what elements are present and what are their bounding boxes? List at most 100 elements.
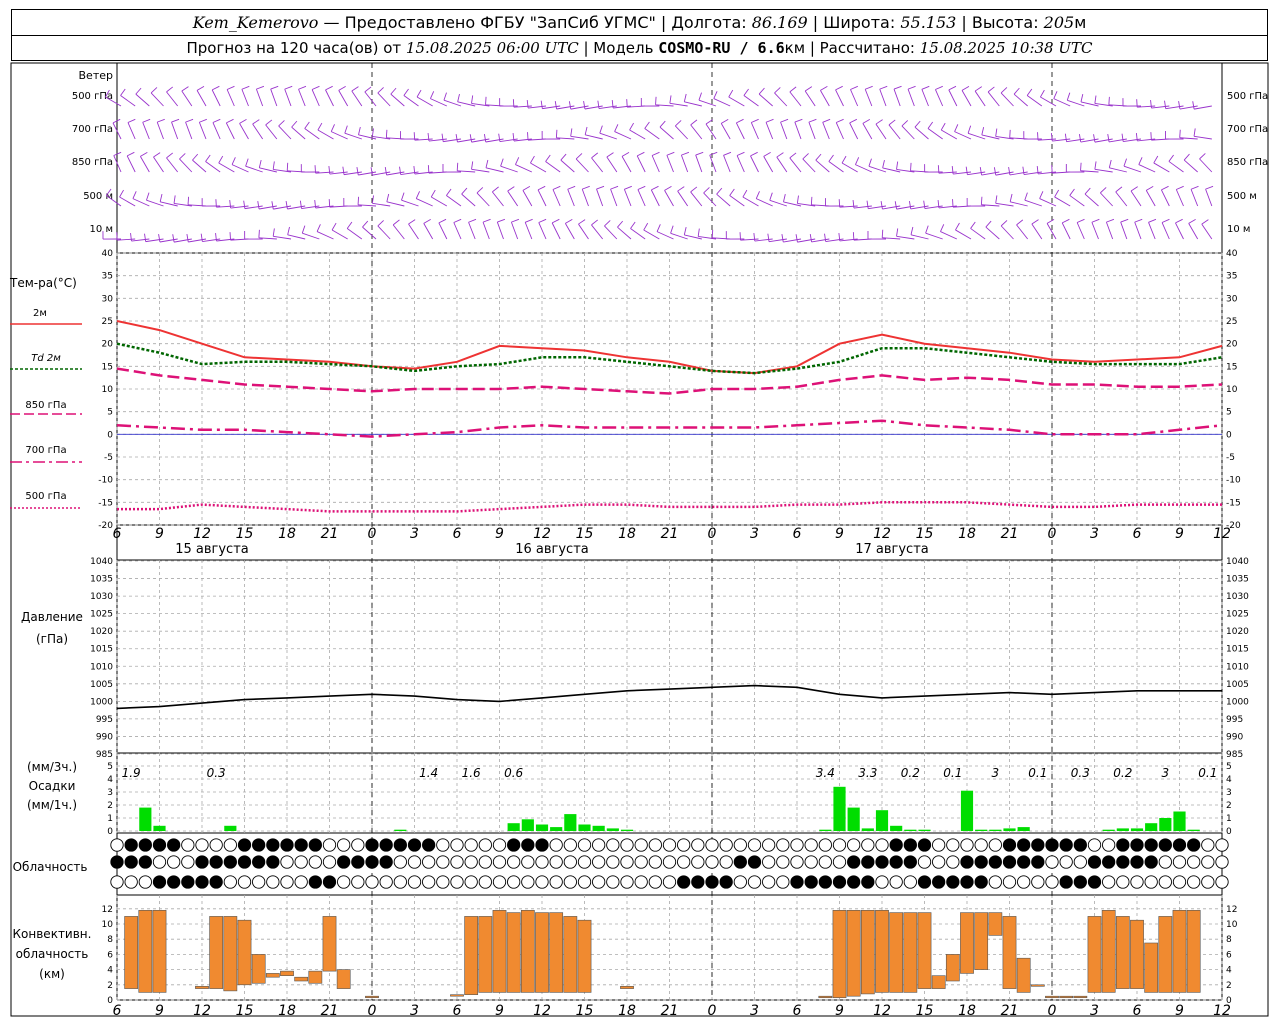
cloud-cover-symbol (266, 875, 280, 889)
cloud-cover-symbol (167, 838, 181, 852)
wind-barb-flag (446, 188, 452, 196)
wind-barb-flag (492, 186, 499, 193)
wind-barb-flag (1146, 186, 1154, 191)
wind-barb-flag (364, 86, 372, 93)
convective-bar (988, 912, 1003, 936)
wind-barb-flag (644, 121, 650, 129)
cloud-cover-symbol (450, 855, 464, 869)
cloud-cover-symbol (1172, 875, 1187, 889)
wind-barb-flag (923, 200, 926, 209)
cloud-cover-symbol (294, 855, 308, 869)
wind-barb-flag (1053, 91, 1058, 99)
time-tick: 0 (708, 526, 717, 542)
cloud-cover-symbol (521, 875, 535, 889)
cloud-cover-symbol (917, 855, 932, 869)
wind-barb-flag (742, 189, 748, 198)
convective-bar (492, 910, 507, 993)
wind-barb-flag (1190, 185, 1199, 190)
wind-barb-flag (804, 86, 813, 92)
wind-barb (987, 91, 1000, 107)
cloud-cover-symbol (549, 838, 563, 852)
wind-barb (591, 157, 604, 173)
convective-bar (577, 919, 592, 993)
cloud-cover-symbol (875, 855, 889, 869)
cloud-cover-symbol (379, 875, 393, 889)
cloud-cover-symbol (393, 855, 407, 869)
temp-tick-right: -5 (1226, 453, 1235, 463)
wind-barb-flag (468, 218, 477, 223)
wind-barb-flag (116, 232, 118, 241)
wind-barb (610, 188, 618, 207)
wind-level-label: 700 гПа (72, 124, 113, 135)
wind-barb-flag (570, 128, 573, 137)
wind-barb (815, 159, 830, 173)
wind-barb (1010, 201, 1028, 207)
wind-barb-flag (683, 226, 687, 235)
cloud-cover-symbol (337, 855, 351, 869)
convective-bar (846, 910, 861, 997)
pressure-tick-right: 1005 (1226, 680, 1249, 690)
wind-barb (728, 96, 745, 107)
wind-barb-flag (399, 166, 402, 175)
wind-barb (1130, 190, 1142, 207)
wind-barb-flag (471, 161, 474, 170)
wind-barb-flag (881, 229, 884, 238)
wind-barb-flag (1201, 219, 1209, 225)
date-label: 16 августа (515, 542, 589, 557)
temp-tick: -5 (104, 453, 113, 463)
wind-barb-flag (604, 220, 611, 227)
wind-barb (1160, 189, 1170, 207)
cloud-cover-symbol (733, 875, 747, 889)
temp-tick: 5 (107, 408, 113, 418)
cloud-cover-symbol (662, 875, 677, 889)
temp-tick: 15 (102, 362, 113, 372)
cloud-cover-symbol (1102, 855, 1116, 869)
wind-barb-flag (985, 220, 992, 228)
wind-barb-flag (243, 200, 246, 209)
wind-barb-flag (1016, 219, 1024, 226)
cloud-cover-symbol (393, 875, 407, 889)
wind-barb (1145, 190, 1156, 207)
cloud-cover-symbol (747, 838, 762, 852)
wind-barb-flag (1138, 157, 1143, 165)
wind-barb (636, 155, 646, 173)
wind-barb-flag (135, 87, 142, 95)
wind-barb-flag (555, 129, 558, 138)
cloud-cover-symbol (719, 838, 733, 852)
wind-barb-flag (212, 118, 221, 123)
temp-tick-right: 25 (1226, 317, 1237, 327)
wind-barb (1026, 95, 1043, 107)
precip-bar (833, 786, 846, 831)
wind-barb (564, 223, 575, 240)
wind-barb-flag (299, 200, 302, 209)
cloud-cover-symbol (464, 855, 478, 869)
cloud-cover-symbol (776, 855, 790, 869)
cloud-cover-symbol (237, 875, 252, 889)
cloud-cover-symbol (563, 838, 577, 852)
wind-barb-flag (993, 167, 997, 176)
wind-barb (735, 122, 745, 140)
convective-bar (336, 969, 351, 989)
wind-barb (476, 192, 490, 207)
wind-barb-flag (1107, 134, 1110, 143)
wind-barb-flag (304, 121, 310, 129)
pressure-title: Давление (21, 610, 83, 624)
cloud-cover-symbol (1201, 875, 1215, 889)
wind-barb (961, 90, 972, 107)
convective-bar (620, 986, 634, 989)
cloud-cover-symbol (563, 875, 577, 889)
cloud-cover-symbol (209, 855, 223, 869)
cloud-cover-symbol (237, 838, 252, 852)
wind-barb-flag (172, 234, 175, 243)
precip-bar (1130, 828, 1144, 831)
wind-barb (750, 155, 759, 173)
wind-barb-flag (1193, 128, 1196, 137)
convective-bar (1101, 910, 1116, 993)
wind-barb-flag (330, 124, 335, 132)
time-tick: 6 (793, 526, 802, 542)
cloud-cover-symbol (1144, 838, 1158, 852)
wind-barb-flag (606, 152, 614, 158)
convective-title: Конвективн. (13, 927, 92, 941)
wind-barb-flag (974, 86, 983, 92)
wind-barb-flag (1150, 100, 1152, 109)
